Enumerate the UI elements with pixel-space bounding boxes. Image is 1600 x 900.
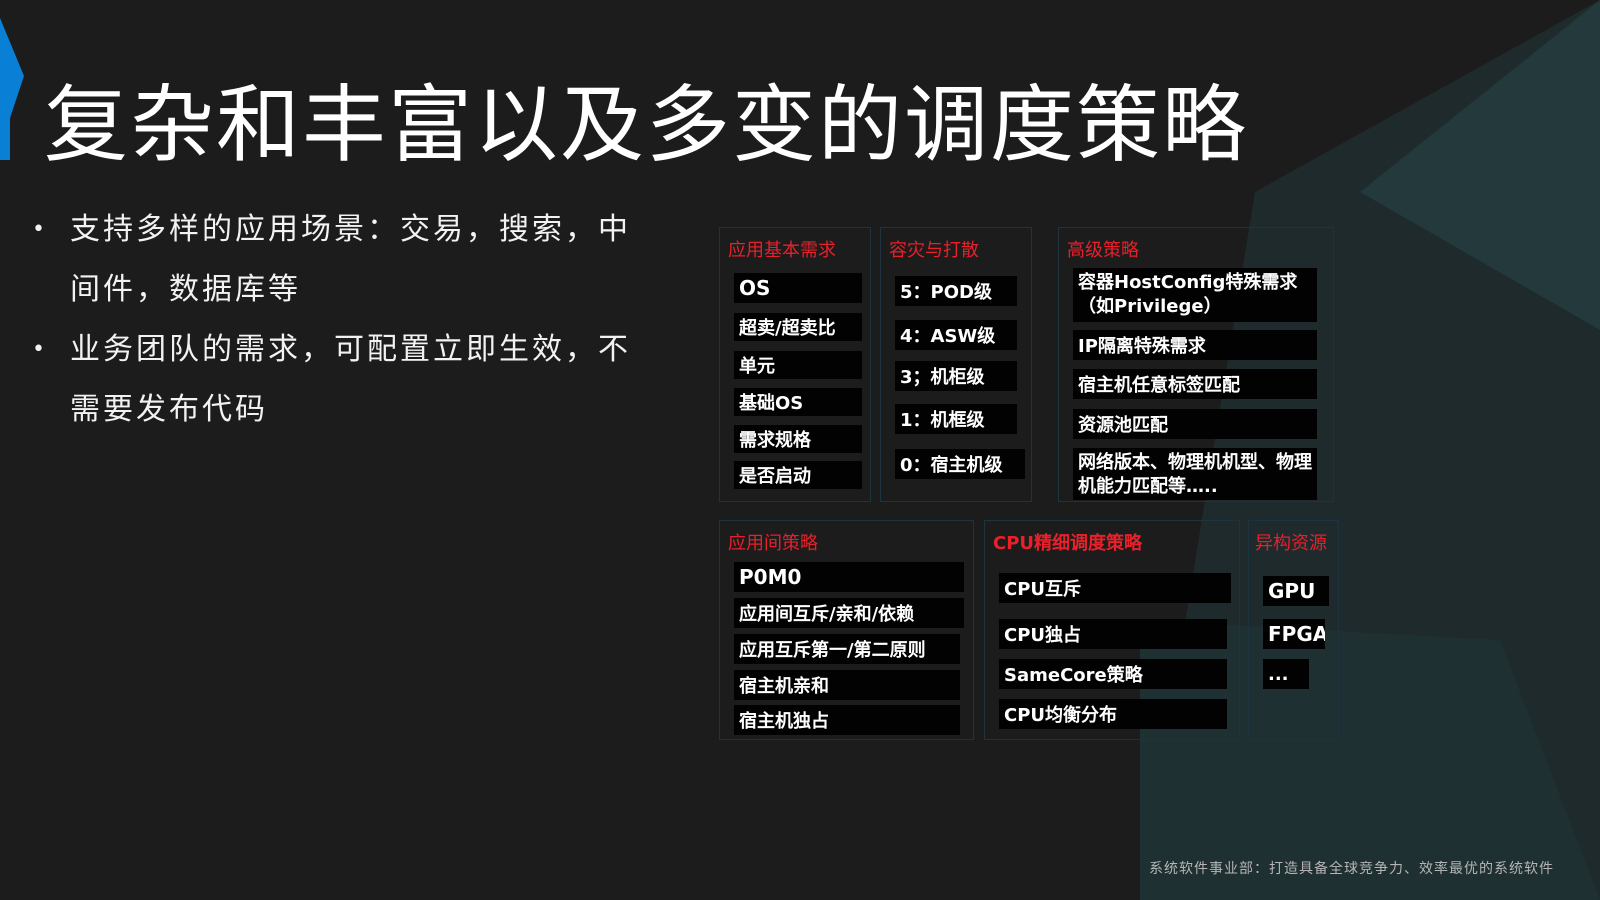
item-mutex-principle: 应用互斥第一/第二原则 bbox=[734, 634, 960, 664]
item-fpga: FPGA bbox=[1263, 619, 1325, 649]
panel-title: 异构资源 bbox=[1255, 533, 1327, 554]
bullet-text: 业务团队的需求，可配置立即生效，不需要发布代码 bbox=[70, 332, 631, 427]
item-cpu-exclusive: CPU独占 bbox=[999, 619, 1227, 649]
panel-heterogeneous: 异构资源 GPU FPGA ... bbox=[1248, 520, 1339, 740]
panel-cpu-policy: CPU精细调度策略 CPU互斥 CPU独占 SameCore策略 CPU均衡分布 bbox=[984, 520, 1240, 740]
item-samecore: SameCore策略 bbox=[999, 659, 1227, 689]
item-more: ... bbox=[1263, 659, 1309, 689]
item-spec: 需求规格 bbox=[734, 425, 862, 453]
item-rack-level: 3；机柜级 bbox=[895, 361, 1017, 391]
item-ip-isolation: IP隔离特殊需求 bbox=[1073, 330, 1317, 360]
item-start: 是否启动 bbox=[734, 461, 862, 489]
accent-bar-shape bbox=[0, 18, 24, 160]
item-frame-level: 1：机框级 bbox=[895, 404, 1017, 434]
item-asw-level: 4：ASW级 bbox=[895, 320, 1017, 350]
item-oversell: 超卖/超卖比 bbox=[734, 313, 862, 341]
item-resource-pool: 资源池匹配 bbox=[1073, 409, 1317, 439]
item-network-version: 网络版本、物理机机型、物理机能力匹配等….. bbox=[1073, 448, 1317, 500]
item-host-affinity: 宿主机亲和 bbox=[734, 670, 960, 700]
item-gpu: GPU bbox=[1263, 576, 1329, 606]
bullet-item: • 业务团队的需求，可配置立即生效，不需要发布代码 bbox=[30, 320, 660, 440]
item-host-level: 0：宿主机级 bbox=[895, 449, 1025, 479]
panel-inter-app-policy: 应用间策略 P0M0 应用间互斥/亲和/依赖 应用互斥第一/第二原则 宿主机亲和… bbox=[719, 520, 974, 740]
item-hostconfig: 容器HostConfig特殊需求（如Privilege） bbox=[1073, 268, 1317, 322]
item-cpu-balance: CPU均衡分布 bbox=[999, 699, 1227, 729]
bullet-dot-icon: • bbox=[32, 217, 48, 242]
footer-text: 系统软件事业部：打造具备全球竞争力、效率最优的系统软件 bbox=[1149, 861, 1554, 877]
item-host-exclusive: 宿主机独占 bbox=[734, 705, 960, 735]
bullet-dot-icon: • bbox=[32, 337, 48, 362]
bullet-item: • 支持多样的应用场景：交易，搜索，中间件，数据库等 bbox=[30, 200, 660, 320]
bullet-list: • 支持多样的应用场景：交易，搜索，中间件，数据库等 • 业务团队的需求，可配置立即… bbox=[30, 200, 660, 440]
item-host-label: 宿主机任意标签匹配 bbox=[1073, 369, 1317, 399]
accent-bar bbox=[0, 18, 24, 160]
item-cpu-mutex: CPU互斥 bbox=[999, 573, 1231, 603]
panel-title: 应用间策略 bbox=[728, 533, 818, 554]
panel-title: CPU精细调度策略 bbox=[993, 533, 1143, 554]
bullet-text: 支持多样的应用场景：交易，搜索，中间件，数据库等 bbox=[70, 212, 631, 307]
panel-title: 容灾与打散 bbox=[889, 240, 979, 261]
panel-title: 应用基本需求 bbox=[728, 240, 836, 261]
panel-basic-requirements: 应用基本需求 OS 超卖/超卖比 单元 基础OS 需求规格 是否启动 bbox=[719, 227, 871, 502]
panel-advanced-policy: 高级策略 容器HostConfig特殊需求（如Privilege） IP隔离特殊… bbox=[1058, 227, 1334, 502]
item-os: OS bbox=[734, 273, 862, 303]
item-base-os: 基础OS bbox=[734, 388, 862, 416]
slide-title: 复杂和丰富以及多变的调度策略 bbox=[44, 76, 1249, 174]
panel-title: 高级策略 bbox=[1067, 240, 1139, 261]
item-mutex-affinity: 应用间互斥/亲和/依赖 bbox=[734, 598, 964, 628]
panel-disaster-spread: 容灾与打散 5：POD级 4：ASW级 3；机柜级 1：机框级 0：宿主机级 bbox=[880, 227, 1032, 502]
item-p0m0: P0M0 bbox=[734, 562, 964, 592]
item-unit: 单元 bbox=[734, 351, 862, 379]
item-pod-level: 5：POD级 bbox=[895, 276, 1017, 306]
